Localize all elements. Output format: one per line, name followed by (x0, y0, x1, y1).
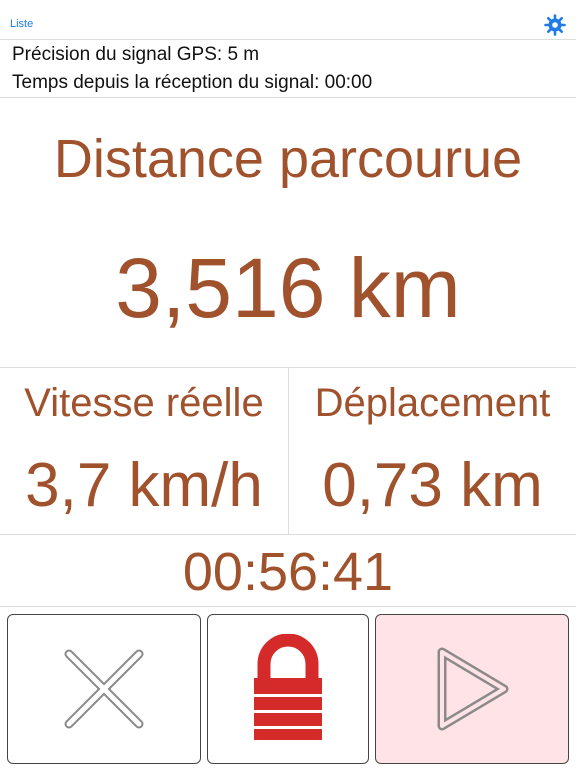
speed-value: 3,7 km/h (25, 451, 263, 520)
distance-value: 3,516 km (115, 241, 461, 335)
timer-divider (0, 606, 576, 607)
gps-precision-text: Précision du signal GPS: 5 m (12, 44, 260, 65)
close-icon (64, 649, 144, 729)
status-divider (0, 97, 576, 98)
displacement-value: 0,73 km (322, 451, 543, 520)
play-icon (437, 647, 509, 731)
gear-icon[interactable] (543, 13, 567, 37)
start-button[interactable] (375, 614, 569, 764)
metrics-divider (0, 534, 576, 535)
elapsed-time: 00:56:41 (182, 542, 394, 602)
lock-button[interactable] (207, 614, 369, 764)
reset-button[interactable] (7, 614, 201, 764)
distance-title: Distance parcourue (53, 129, 523, 189)
signal-age-text: Temps depuis la réception du signal: 00:… (12, 72, 373, 93)
navigation-bar: Liste (0, 0, 576, 40)
speed-label: Vitesse réelle (24, 381, 264, 425)
list-link[interactable]: Liste (10, 18, 33, 30)
nav-divider (0, 39, 576, 40)
displacement-label: Déplacement (314, 381, 551, 425)
lock-icon (254, 634, 322, 740)
